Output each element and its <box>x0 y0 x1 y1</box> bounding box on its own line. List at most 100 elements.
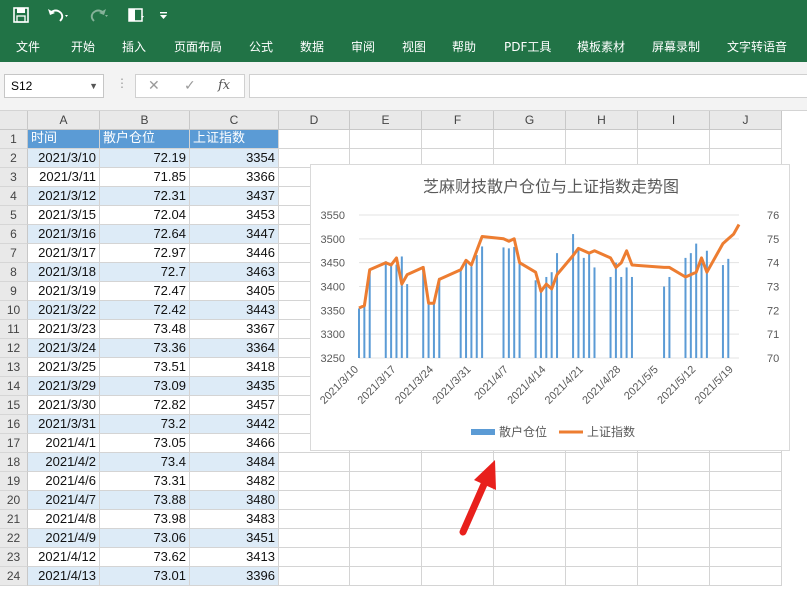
table-cell[interactable]: 72.64 <box>100 225 190 244</box>
table-cell[interactable]: 3367 <box>190 320 279 339</box>
empty-cell[interactable] <box>279 567 350 586</box>
empty-cell[interactable] <box>638 453 710 472</box>
empty-cell[interactable] <box>279 472 350 491</box>
header-cell[interactable]: 上证指数 <box>190 130 279 149</box>
table-cell[interactable]: 3413 <box>190 548 279 567</box>
table-cell[interactable]: 2021/3/12 <box>28 187 100 206</box>
name-box[interactable]: S12 ▼ <box>4 74 104 98</box>
column-header[interactable]: E <box>350 111 422 130</box>
row-header[interactable]: 16 <box>0 415 28 434</box>
menu-pdf-tools[interactable]: PDF工具 <box>504 32 551 62</box>
empty-cell[interactable] <box>566 130 638 149</box>
table-cell[interactable]: 73.05 <box>100 434 190 453</box>
table-cell[interactable]: 2021/4/2 <box>28 453 100 472</box>
table-cell[interactable]: 3482 <box>190 472 279 491</box>
table-cell[interactable]: 3483 <box>190 510 279 529</box>
table-cell[interactable]: 3366 <box>190 168 279 187</box>
row-header[interactable]: 8 <box>0 263 28 282</box>
menu-formulas[interactable]: 公式 <box>249 32 273 62</box>
column-header[interactable]: C <box>190 111 279 130</box>
row-header[interactable]: 21 <box>0 510 28 529</box>
empty-cell[interactable] <box>350 510 422 529</box>
row-header[interactable]: 9 <box>0 282 28 301</box>
row-header[interactable]: 4 <box>0 187 28 206</box>
row-header[interactable]: 1 <box>0 130 28 149</box>
table-cell[interactable]: 73.62 <box>100 548 190 567</box>
row-header[interactable]: 2 <box>0 149 28 168</box>
column-header[interactable]: I <box>638 111 710 130</box>
table-cell[interactable]: 2021/3/31 <box>28 415 100 434</box>
combo-chart[interactable]: 芝麻财技散户仓位与上证指数走势图 3250 3300 3350 3400 3450 3500… <box>310 164 790 451</box>
empty-cell[interactable] <box>566 567 638 586</box>
row-header[interactable]: 19 <box>0 472 28 491</box>
empty-cell[interactable] <box>566 510 638 529</box>
empty-cell[interactable] <box>350 453 422 472</box>
table-cell[interactable]: 3463 <box>190 263 279 282</box>
table-cell[interactable]: 2021/3/17 <box>28 244 100 263</box>
empty-cell[interactable] <box>422 130 494 149</box>
table-cell[interactable]: 73.06 <box>100 529 190 548</box>
table-cell[interactable]: 73.31 <box>100 472 190 491</box>
table-cell[interactable]: 3446 <box>190 244 279 263</box>
column-header[interactable]: B <box>100 111 190 130</box>
table-cell[interactable]: 3451 <box>190 529 279 548</box>
empty-cell[interactable] <box>566 548 638 567</box>
row-header[interactable]: 22 <box>0 529 28 548</box>
empty-cell[interactable] <box>710 567 782 586</box>
chevron-down-icon[interactable]: ▼ <box>89 75 98 97</box>
table-cell[interactable]: 2021/3/25 <box>28 358 100 377</box>
empty-cell[interactable] <box>710 130 782 149</box>
empty-cell[interactable] <box>279 548 350 567</box>
form-icon[interactable] <box>126 6 146 26</box>
table-cell[interactable]: 72.47 <box>100 282 190 301</box>
select-all-corner[interactable] <box>0 111 28 130</box>
column-header[interactable]: A <box>28 111 100 130</box>
empty-cell[interactable] <box>422 567 494 586</box>
table-cell[interactable]: 72.19 <box>100 149 190 168</box>
undo-icon[interactable] <box>46 6 70 26</box>
empty-cell[interactable] <box>494 130 566 149</box>
table-cell[interactable]: 3442 <box>190 415 279 434</box>
empty-cell[interactable] <box>638 472 710 491</box>
table-cell[interactable]: 3354 <box>190 149 279 168</box>
header-cell[interactable]: 散户仓位 <box>100 130 190 149</box>
table-cell[interactable]: 2021/3/22 <box>28 301 100 320</box>
column-header[interactable]: F <box>422 111 494 130</box>
table-cell[interactable]: 73.36 <box>100 339 190 358</box>
empty-cell[interactable] <box>566 453 638 472</box>
menu-page-layout[interactable]: 页面布局 <box>174 32 222 62</box>
table-cell[interactable]: 2021/3/24 <box>28 339 100 358</box>
row-header[interactable]: 15 <box>0 396 28 415</box>
empty-cell[interactable] <box>710 510 782 529</box>
empty-cell[interactable] <box>279 491 350 510</box>
table-cell[interactable]: 73.2 <box>100 415 190 434</box>
row-header[interactable]: 12 <box>0 339 28 358</box>
table-cell[interactable]: 2021/3/19 <box>28 282 100 301</box>
row-header[interactable]: 6 <box>0 225 28 244</box>
table-cell[interactable]: 2021/4/7 <box>28 491 100 510</box>
menu-review[interactable]: 审阅 <box>351 32 375 62</box>
row-header[interactable]: 17 <box>0 434 28 453</box>
save-icon[interactable] <box>12 6 30 26</box>
menu-file[interactable]: 文件 <box>16 32 40 62</box>
table-cell[interactable]: 3443 <box>190 301 279 320</box>
table-cell[interactable]: 72.31 <box>100 187 190 206</box>
menu-home[interactable]: 开始 <box>71 32 95 62</box>
table-cell[interactable]: 3396 <box>190 567 279 586</box>
table-cell[interactable]: 3437 <box>190 187 279 206</box>
table-cell[interactable]: 2021/3/15 <box>28 206 100 225</box>
column-header[interactable]: J <box>710 111 782 130</box>
row-header[interactable]: 18 <box>0 453 28 472</box>
table-cell[interactable]: 3364 <box>190 339 279 358</box>
table-cell[interactable]: 2021/4/9 <box>28 529 100 548</box>
row-header[interactable]: 20 <box>0 491 28 510</box>
empty-cell[interactable] <box>279 529 350 548</box>
table-cell[interactable]: 3484 <box>190 453 279 472</box>
table-cell[interactable]: 73.4 <box>100 453 190 472</box>
empty-cell[interactable] <box>350 548 422 567</box>
table-cell[interactable]: 2021/4/6 <box>28 472 100 491</box>
table-cell[interactable]: 2021/4/13 <box>28 567 100 586</box>
empty-cell[interactable] <box>566 529 638 548</box>
empty-cell[interactable] <box>638 567 710 586</box>
empty-cell[interactable] <box>494 567 566 586</box>
